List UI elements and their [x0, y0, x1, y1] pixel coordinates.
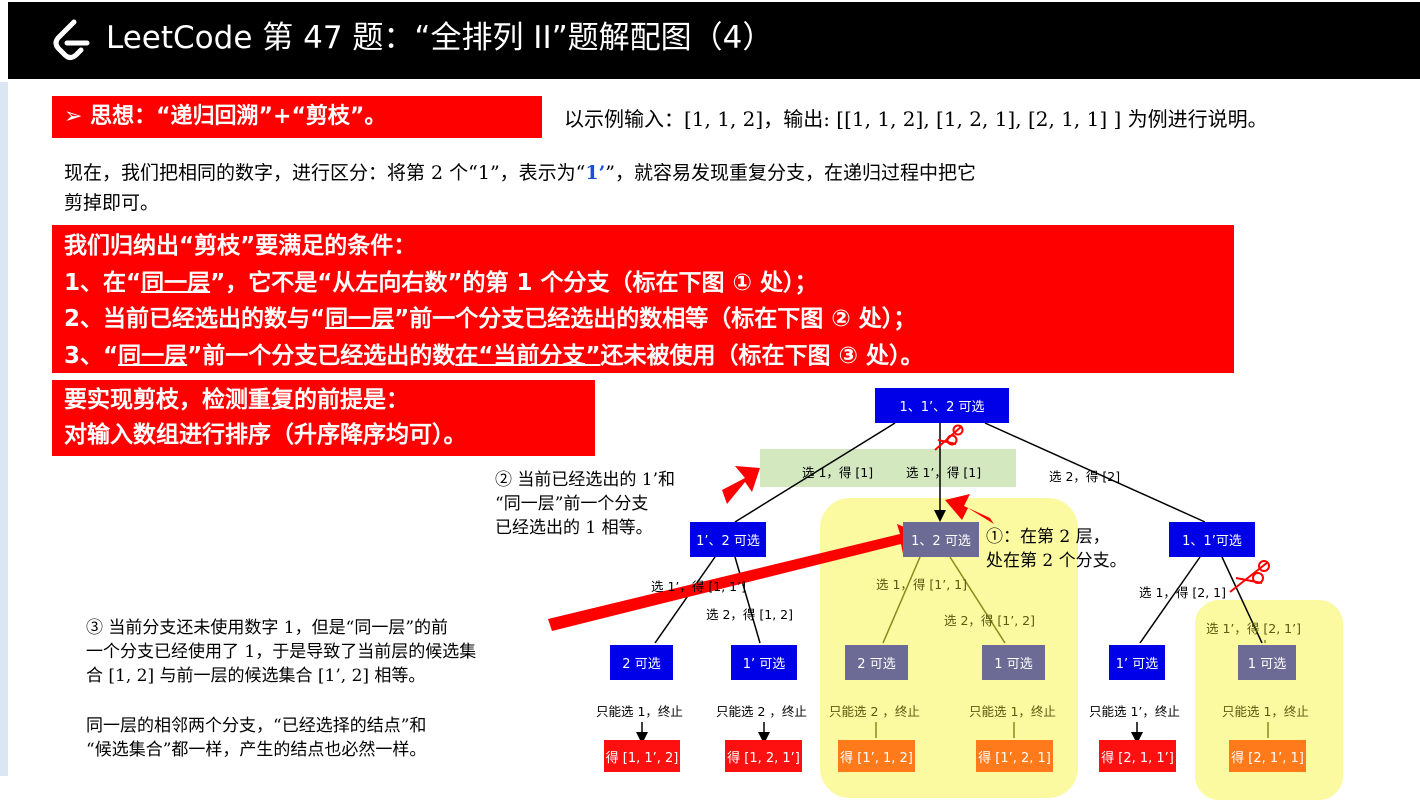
annotation-3: ③ 当前分支还未使用数字 1，但是“同一层”的前 一个分支已经使用了 1，于是导…: [86, 618, 477, 686]
tree-node-l3: 1 可选: [982, 645, 1045, 680]
edge-label: 只能选 1，终止: [596, 704, 683, 719]
edge-label: 选 2，得 [1, 2]: [706, 607, 794, 622]
tree-node-l2: 1、2 可选: [903, 522, 979, 557]
tree-node-l2: 1’、2 可选: [690, 522, 766, 557]
tree-leaf: 得 [2, 1’, 1]: [1229, 740, 1306, 772]
edge-label: 选 1，得 [1’, 1]: [876, 577, 967, 592]
tree-node-l3: 1’ 可选: [1109, 645, 1165, 680]
edge-label: 选 1，得 [2, 1]: [1139, 585, 1227, 600]
edge-label: 选 1，得 [1]: [802, 465, 874, 480]
edge-label: 选 1’，得 [1, 1’]: [651, 579, 746, 594]
edge-label: 选 2，得 [1’, 2]: [944, 613, 1035, 628]
edge-label: 只能选 1，终止: [969, 704, 1056, 719]
scissors-icon: [934, 424, 964, 451]
tree-leaf: 得 [1’, 2, 1]: [976, 740, 1053, 772]
edge-label: 只能选 1’，终止: [1089, 704, 1180, 719]
tree-node-l3: 2 可选: [845, 645, 908, 680]
annotation-2: ② 当前已经选出的 1’和 “同一层”前一个分支 已经选出的 1 相等。: [495, 470, 676, 538]
edge-label: 选 1’，得 [2, 1’]: [1206, 621, 1301, 636]
tree-leaf: 得 [1’, 1, 2]: [838, 740, 915, 772]
tree-leaf: 得 [2, 1, 1’]: [1099, 740, 1176, 772]
tree-node-l3: 2 可选: [610, 645, 673, 680]
edge-label: 只能选 2 ，终止: [716, 704, 807, 719]
tree-node-l3: 1 可选: [1238, 645, 1296, 680]
tree-leaf: 得 [1, 2, 1’]: [725, 740, 802, 772]
edge-label: 选 2，得 [2]: [1049, 469, 1121, 484]
annotation-1: ①：在第 2 层， 处在第 2 个分支。: [986, 527, 1127, 571]
tree-node-l3: 1’ 可选: [731, 645, 797, 680]
note-text: 同一层的相邻两个分支，“已经选择的结点”和 “候选集合”都一样，产生的结点也必然…: [86, 716, 427, 760]
tree-node-l2: 1、1’可选: [1169, 522, 1255, 557]
scissors-icon-right: [1229, 560, 1270, 593]
tree-root: 1、1’、2 可选: [875, 388, 1009, 423]
edge-label: 只能选 2 ，终止: [829, 704, 920, 719]
edge-label: 选 1’，得 [1]: [906, 465, 982, 480]
tree-leaf: 得 [1, 1’, 2]: [604, 740, 680, 772]
edge-label: 只能选 1，终止: [1222, 704, 1309, 719]
